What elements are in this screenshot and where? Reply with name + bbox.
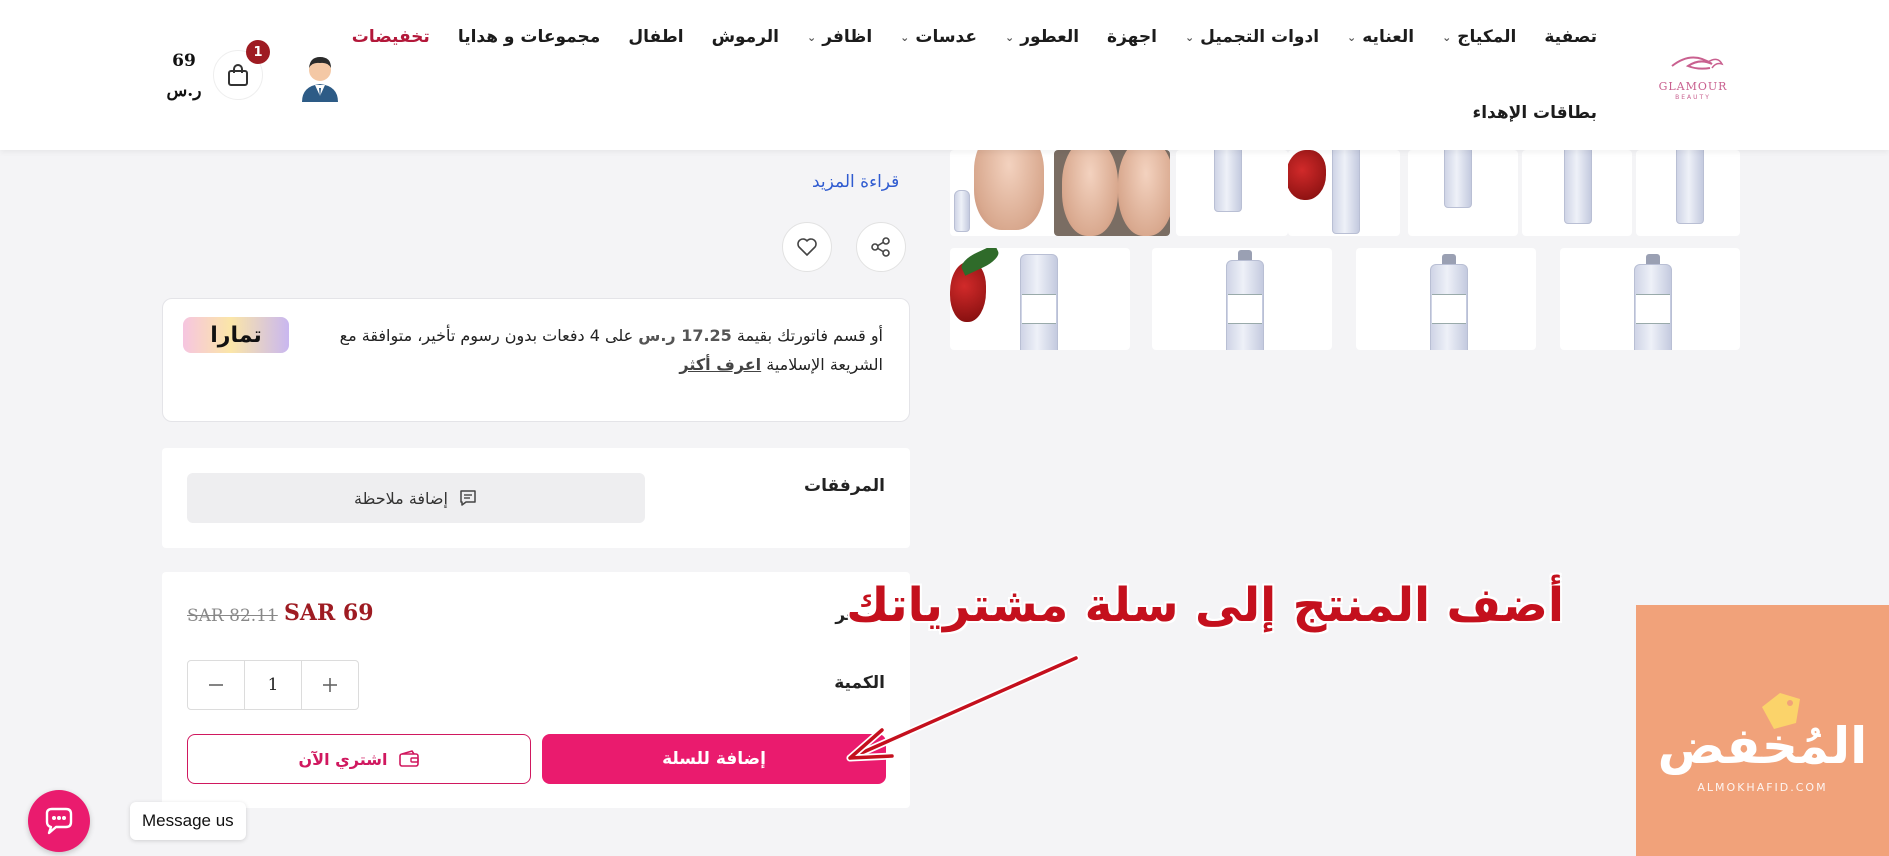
nav-item[interactable]: تخفيضات xyxy=(338,27,444,47)
chevron-down-icon: ⌄ xyxy=(900,30,910,44)
cart-total-value: 69 xyxy=(172,51,196,71)
nav-item-label: بطاقات الإهداء xyxy=(1472,103,1597,123)
plus-icon xyxy=(323,678,337,692)
chevron-down-icon: ⌄ xyxy=(1184,30,1195,44)
buy-now-button[interactable]: اشتري الآن xyxy=(187,734,531,784)
user-avatar-icon xyxy=(302,57,338,102)
nav-item[interactable]: المكياج ⌄ xyxy=(1428,27,1530,47)
chevron-down-icon: ⌄ xyxy=(1442,30,1452,44)
gallery-thumb-8[interactable] xyxy=(1560,248,1740,350)
rose-image xyxy=(1288,150,1326,200)
attachments-label: المرفقات xyxy=(803,476,885,496)
shopping-bag-icon xyxy=(228,64,248,86)
store-logo[interactable]: GLAMOUR BEAUTY xyxy=(1652,46,1734,102)
buy-now-label: اشتري الآن xyxy=(298,749,388,769)
nav-item-label: العنايه xyxy=(1362,27,1415,47)
gallery-thumb-before-after[interactable] xyxy=(1054,150,1170,236)
tamara-logo: تمارا xyxy=(183,317,289,353)
cart-total-currency: ر.س xyxy=(166,81,202,101)
almokhafid-watermark: المُخفض ALMOKHAFID.COM xyxy=(1636,605,1889,856)
read-more-link[interactable]: قراءة المزيد xyxy=(812,172,899,192)
tutorial-annotation-text: أضف المنتج إلى سلة مشترياتك xyxy=(846,578,1564,633)
nav-item[interactable]: ادوات التجميل ⌄ xyxy=(1171,27,1333,47)
face-after-image xyxy=(1118,150,1170,236)
nav-item-label: المكياج xyxy=(1457,27,1517,47)
chat-button[interactable] xyxy=(28,790,90,852)
add-note-label: إضافة ملاحظة xyxy=(354,488,448,508)
gallery-thumb-rose[interactable] xyxy=(1288,150,1400,236)
nav-item-label: اطفال xyxy=(628,27,684,47)
annotation-arrow-icon xyxy=(846,654,1080,762)
account-avatar[interactable] xyxy=(298,52,342,102)
heart-icon xyxy=(797,238,817,256)
nav-item-label: العطور xyxy=(1020,27,1080,47)
quantity-input[interactable]: 1 xyxy=(244,661,302,709)
tamara-amount: 17.25 ر.س xyxy=(638,326,732,345)
original-price: SAR 82.11 xyxy=(187,606,278,626)
logo-mark-icon: GLAMOUR BEAUTY xyxy=(1659,56,1728,101)
share-button[interactable] xyxy=(856,222,906,272)
add-note-button[interactable]: إضافة ملاحظة xyxy=(187,473,645,523)
model-face-image xyxy=(974,150,1044,230)
wallet-icon xyxy=(398,750,419,767)
nav-item[interactable]: العطور ⌄ xyxy=(991,27,1093,47)
tamara-learn-more-link[interactable]: اعرف أكثر xyxy=(679,355,761,374)
nav-item-label: الرموش xyxy=(711,27,779,47)
quantity-stepper: 1 xyxy=(187,660,359,710)
main-nav: تصفية المكياج ⌄ العنايه ⌄ ادوات التجميل ⌄ اجهزة… xyxy=(338,22,1611,52)
main-nav-row-2: بطاقات الإهداء xyxy=(1459,98,1611,128)
chat-bubble-icon xyxy=(45,807,73,835)
nav-item-label: اجهزة xyxy=(1107,27,1157,47)
nav-item[interactable]: الرموش xyxy=(698,27,793,47)
nav-item[interactable]: بطاقات الإهداء xyxy=(1459,103,1611,123)
tamara-description: أو قسم فاتورتك بقيمة 17.25 ر.س على 4 دفع… xyxy=(323,321,883,379)
nav-item[interactable]: اجهزة xyxy=(1093,27,1171,47)
gallery-thumb-3[interactable] xyxy=(1522,150,1632,236)
nav-item-label: اظافر xyxy=(822,27,873,47)
chevron-down-icon: ⌄ xyxy=(1347,30,1357,44)
tamara-installments-box: أو قسم فاتورتك بقيمة 17.25 ر.س على 4 دفع… xyxy=(162,298,910,422)
nav-item[interactable]: عدسات ⌄ xyxy=(886,27,991,47)
svg-text:BEAUTY: BEAUTY xyxy=(1675,94,1711,101)
gallery-thumb-1[interactable] xyxy=(1176,150,1288,236)
current-price: SAR 69 xyxy=(284,600,374,626)
gallery-thumb-6[interactable] xyxy=(1152,248,1332,350)
chevron-down-icon: ⌄ xyxy=(1005,30,1015,44)
decrease-quantity-button[interactable] xyxy=(188,661,244,709)
gallery-thumb-4[interactable] xyxy=(1636,150,1740,236)
cart-count-badge: 1 xyxy=(246,40,270,64)
watermark-title: المُخفض xyxy=(1657,717,1868,775)
wishlist-button[interactable] xyxy=(782,222,832,272)
increase-quantity-button[interactable] xyxy=(302,661,358,709)
gallery-thumb-2[interactable] xyxy=(1408,150,1518,236)
chevron-down-icon: ⌄ xyxy=(807,30,817,44)
nav-item-label: مجموعات و هدايا xyxy=(457,27,601,47)
nav-item[interactable]: اظافر ⌄ xyxy=(793,27,886,47)
minus-icon xyxy=(209,684,223,686)
nav-item-label: تخفيضات xyxy=(351,27,430,47)
note-icon xyxy=(460,490,476,506)
chat-label[interactable]: Message us xyxy=(130,802,246,840)
nav-item[interactable]: مجموعات و هدايا xyxy=(444,27,615,47)
gallery-thumb-face[interactable] xyxy=(950,150,1068,236)
svg-text:GLAMOUR: GLAMOUR xyxy=(1659,80,1728,93)
gallery-thumb-7[interactable] xyxy=(1356,248,1536,350)
nav-item-label: ادوات التجميل xyxy=(1200,27,1320,47)
site-header: GLAMOUR BEAUTY تصفية المكياج ⌄ العنايه ⌄ ادوا… xyxy=(0,0,1889,150)
nav-item-label: تصفية xyxy=(1544,27,1597,47)
face-before-image xyxy=(1062,150,1118,236)
share-icon xyxy=(871,237,890,257)
nav-item-label: عدسات xyxy=(915,27,977,47)
nav-item[interactable]: العنايه ⌄ xyxy=(1333,27,1428,47)
bottle-image xyxy=(954,190,970,232)
gallery-thumb-5[interactable] xyxy=(950,248,1130,350)
tamara-text-before: أو قسم فاتورتك بقيمة xyxy=(731,326,883,345)
nav-item[interactable]: تصفية xyxy=(1530,27,1611,47)
watermark-subtitle: ALMOKHAFID.COM xyxy=(1697,781,1828,794)
cart-total[interactable]: 69 ر.س xyxy=(164,46,204,106)
nav-item[interactable]: اطفال xyxy=(614,27,697,47)
